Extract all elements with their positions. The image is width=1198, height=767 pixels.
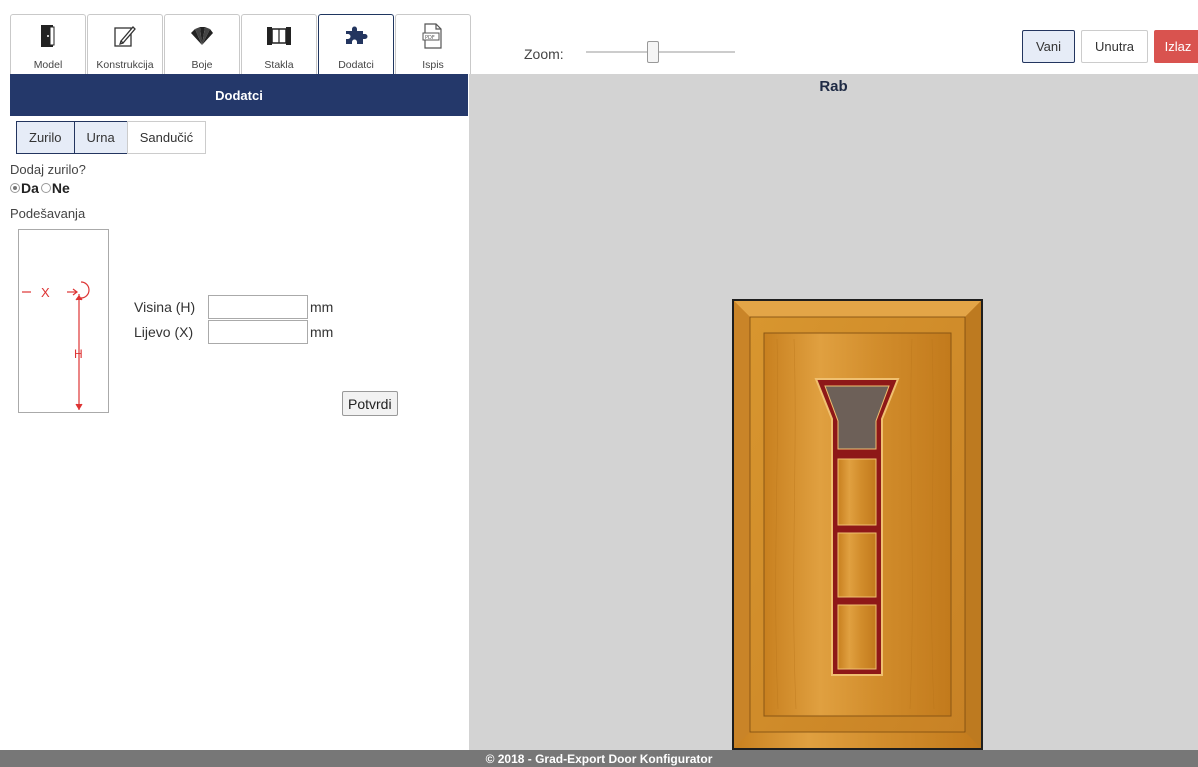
accessory-subtabs: Zurilo Urna Sandučić bbox=[16, 121, 207, 154]
view-outside-button[interactable]: Vani bbox=[1022, 30, 1075, 63]
subtab-urna[interactable]: Urna bbox=[73, 121, 128, 154]
pencil-icon bbox=[88, 23, 162, 49]
left-panel: Model Konstrukcija Boje Stakla Dodatci P… bbox=[10, 0, 471, 750]
door-preview-area: Rab bbox=[469, 74, 1198, 750]
zoom-label: Zoom: bbox=[524, 46, 564, 62]
zoom-slider-track[interactable] bbox=[586, 51, 735, 53]
radio-da-label[interactable]: Da bbox=[21, 180, 39, 196]
puzzle-icon bbox=[319, 23, 393, 49]
height-unit: mm bbox=[310, 299, 334, 315]
tab-label: Dodatci bbox=[338, 59, 374, 71]
left-offset-label: Lijevo (X) bbox=[134, 324, 194, 340]
height-input[interactable] bbox=[208, 295, 308, 319]
view-inside-button[interactable]: Unutra bbox=[1081, 30, 1148, 63]
radio-da[interactable] bbox=[10, 183, 20, 193]
tab-konstrukcija[interactable]: Konstrukcija bbox=[87, 14, 163, 74]
door-icon bbox=[11, 23, 85, 49]
tab-label: Model bbox=[33, 59, 63, 71]
svg-text:PDF: PDF bbox=[425, 35, 435, 41]
tab-ispis[interactable]: PDF Ispis bbox=[395, 14, 471, 74]
tab-label: Ispis bbox=[422, 59, 444, 71]
settings-label: Podešavanja bbox=[10, 206, 86, 221]
tab-boje[interactable]: Boje bbox=[164, 14, 240, 74]
palette-fan-icon bbox=[165, 23, 239, 49]
footer: © 2018 - Grad-Export Door Konfigurator bbox=[0, 750, 1198, 767]
diagram-h-label: H bbox=[74, 347, 83, 361]
exit-button[interactable]: Izlaz bbox=[1154, 30, 1198, 63]
tab-label: Konstrukcija bbox=[96, 59, 154, 71]
height-field-row: Visina (H) mm bbox=[134, 295, 333, 319]
peephole-position-diagram: X H bbox=[18, 229, 109, 413]
subtab-sanducic[interactable]: Sandučić bbox=[126, 121, 207, 154]
add-peephole-question: Dodaj zurilo? bbox=[10, 162, 86, 177]
tab-model[interactable]: Model bbox=[10, 14, 86, 74]
tab-dodatci[interactable]: Dodatci bbox=[318, 14, 394, 74]
left-field-row: Lijevo (X) mm bbox=[134, 320, 333, 344]
main-tabs: Model Konstrukcija Boje Stakla Dodatci P… bbox=[10, 14, 471, 74]
subtab-zurilo[interactable]: Zurilo bbox=[16, 121, 75, 154]
glass-panel-icon bbox=[242, 23, 316, 49]
left-offset-unit: mm bbox=[310, 324, 334, 340]
left-offset-input[interactable] bbox=[208, 320, 308, 344]
door-image bbox=[732, 299, 983, 750]
tab-stakla[interactable]: Stakla bbox=[241, 14, 317, 74]
section-header: Dodatci bbox=[10, 74, 468, 116]
height-label: Visina (H) bbox=[134, 299, 196, 315]
preview-title: Rab bbox=[819, 78, 848, 95]
radio-ne-label[interactable]: Ne bbox=[52, 180, 70, 196]
tab-label: Stakla bbox=[264, 59, 294, 71]
zoom-slider-thumb[interactable] bbox=[647, 41, 660, 63]
radio-ne[interactable] bbox=[40, 183, 51, 193]
confirm-button[interactable]: Potvrdi bbox=[342, 391, 398, 416]
tab-label: Boje bbox=[191, 59, 213, 71]
diagram-x-label: X bbox=[41, 285, 50, 300]
pdf-icon: PDF bbox=[396, 23, 470, 49]
peephole-radio-group: Da Ne bbox=[10, 180, 70, 196]
